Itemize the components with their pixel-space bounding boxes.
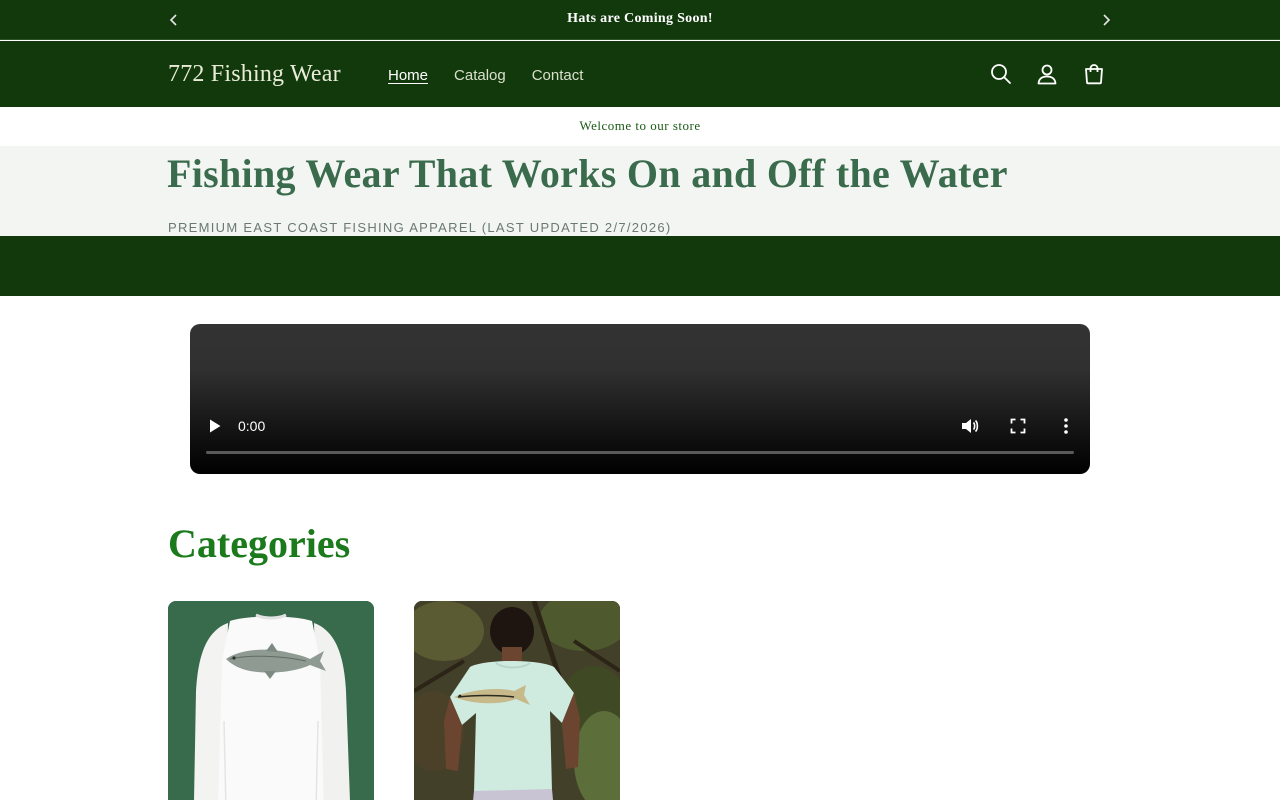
- play-icon[interactable]: [208, 418, 222, 434]
- account-icon[interactable]: [1035, 62, 1059, 86]
- nav-catalog[interactable]: Catalog: [454, 67, 506, 84]
- hero-section: Fishing Wear That Works On and Off the W…: [0, 146, 1280, 236]
- announcement-bar: Hats are Coming Soon!: [0, 0, 1280, 40]
- volume-icon[interactable]: [960, 416, 980, 436]
- cart-icon[interactable]: [1082, 62, 1106, 86]
- video-player[interactable]: 0:00: [190, 324, 1090, 474]
- longsleeve-shirt-image: [168, 601, 374, 800]
- video-progress-bar[interactable]: [206, 451, 1074, 454]
- announcement-message: Hats are Coming Soon!: [567, 11, 713, 26]
- store-logo[interactable]: 772 Fishing Wear: [168, 61, 341, 88]
- search-icon[interactable]: [989, 62, 1013, 86]
- welcome-message: Welcome to our store: [0, 107, 1280, 146]
- more-options-icon[interactable]: [1062, 417, 1070, 435]
- hero-title: Fishing Wear That Works On and Off the W…: [167, 151, 1008, 196]
- nav-contact[interactable]: Contact: [532, 67, 584, 84]
- category-card-longsleeve[interactable]: [168, 601, 374, 800]
- shortsleeve-shirt-image: [414, 601, 620, 800]
- video-time: 0:00: [238, 418, 266, 434]
- fullscreen-icon[interactable]: [1010, 418, 1026, 434]
- hero-green-band: [0, 236, 1280, 296]
- site-header: 772 Fishing Wear Home Catalog Contact: [0, 41, 1280, 107]
- categories-heading: Categories: [168, 521, 351, 566]
- category-card-shortsleeve[interactable]: [414, 601, 620, 800]
- hero-subtitle: PREMIUM EAST COAST FISHING APPAREL (LAST…: [168, 220, 672, 235]
- nav-home[interactable]: Home: [388, 67, 428, 84]
- main-nav: Home Catalog Contact: [388, 67, 609, 84]
- chevron-right-icon[interactable]: [1098, 12, 1114, 28]
